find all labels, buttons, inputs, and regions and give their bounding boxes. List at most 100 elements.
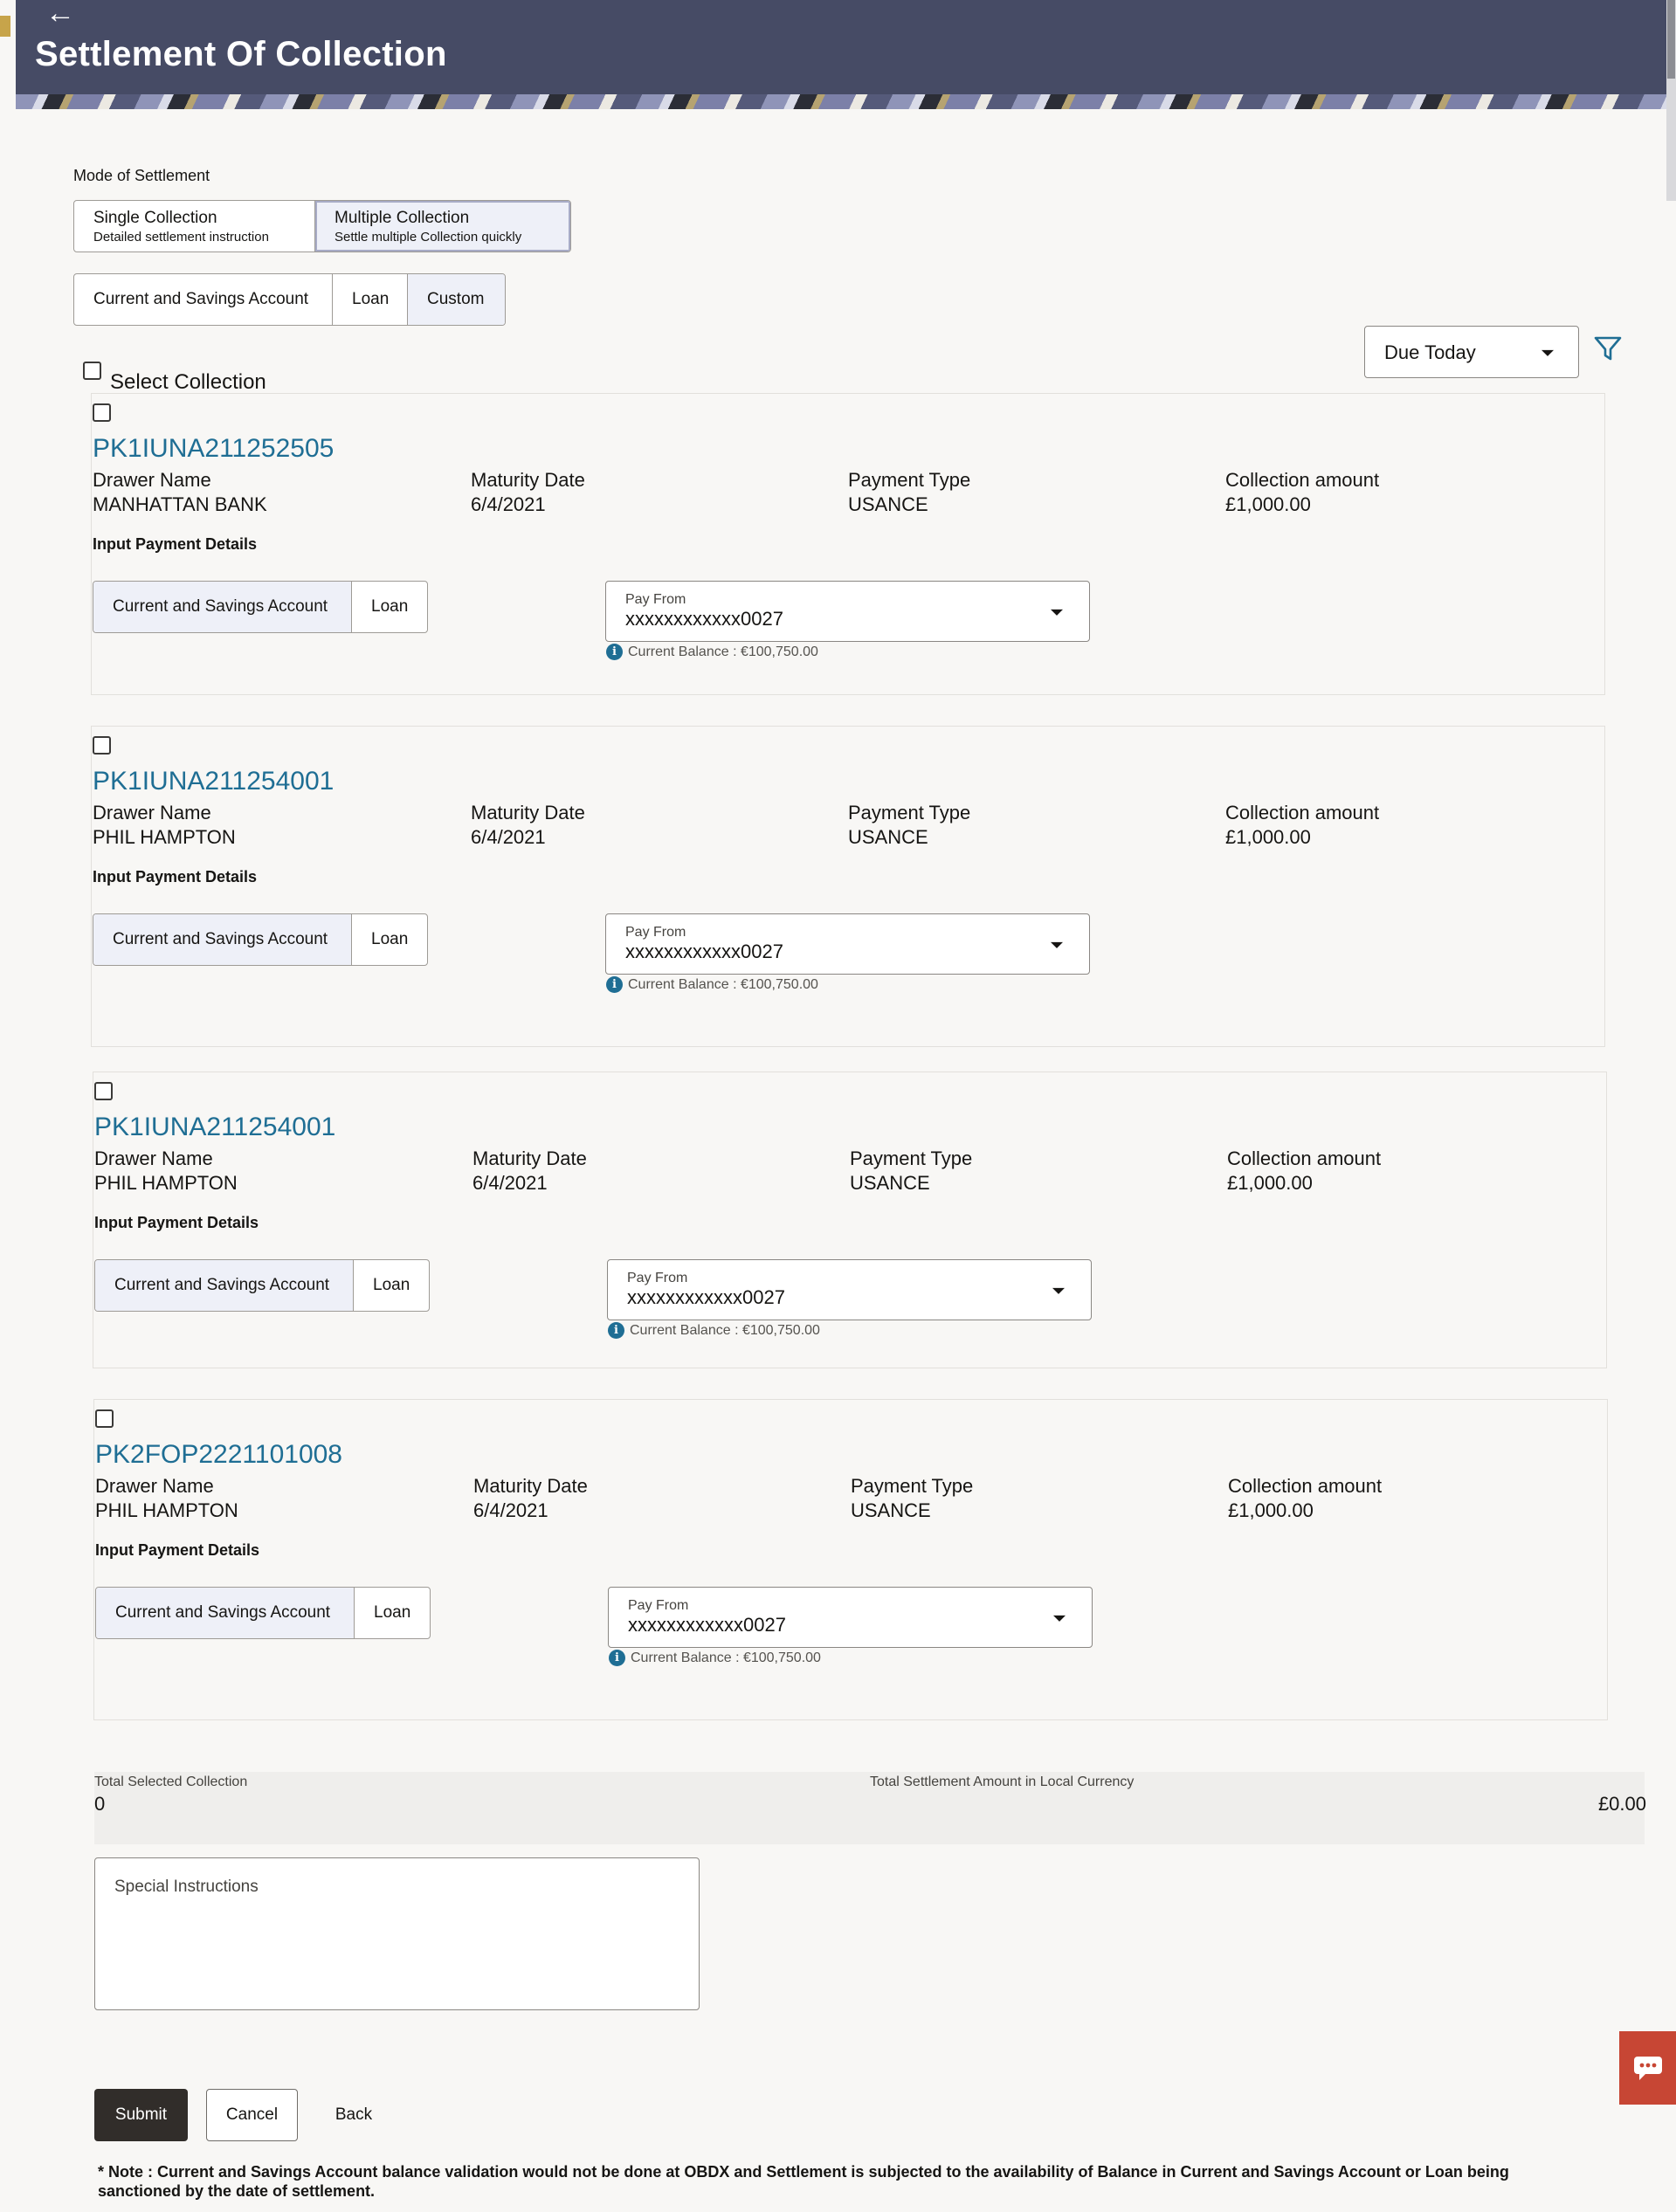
collection-reference-link[interactable]: PK2FOP2221101008 xyxy=(95,1440,342,1470)
account-type-casa[interactable]: Current and Savings Account xyxy=(74,274,333,325)
settlement-note: * Note : Current and Savings Account bal… xyxy=(98,2163,1509,2200)
collection-amount-label: Collection amount xyxy=(1225,469,1380,491)
payment-account-type-toggle: Current and Savings Account Loan xyxy=(93,913,428,966)
chevron-down-icon xyxy=(1053,1615,1066,1622)
collection-checkbox[interactable] xyxy=(95,1409,114,1428)
drawer-name-label: Drawer Name xyxy=(93,802,211,823)
pay-type-casa[interactable]: Current and Savings Account xyxy=(96,1588,355,1638)
arrow-left-icon[interactable]: ← xyxy=(45,0,75,28)
filter-icon[interactable] xyxy=(1593,334,1623,363)
mode-of-settlement-toggle: Single Collection Detailed settlement in… xyxy=(73,200,571,252)
collection-reference-link[interactable]: PK1IUNA211254001 xyxy=(94,1113,335,1142)
pay-type-loan[interactable]: Loan xyxy=(355,1588,430,1638)
collection-amount-value: £1,000.00 xyxy=(1225,826,1311,848)
page-title: Settlement Of Collection xyxy=(35,35,447,73)
current-balance-text: Current Balance : €100,750.00 xyxy=(631,1650,821,1665)
collection-amount-label: Collection amount xyxy=(1225,802,1380,823)
pay-from-dropdown[interactable]: Pay From xxxxxxxxxxxx0027 xyxy=(605,581,1090,642)
pay-type-loan[interactable]: Loan xyxy=(354,1260,429,1311)
input-payment-details-label: Input Payment Details xyxy=(93,868,258,885)
payment-type-value: USANCE xyxy=(848,826,928,848)
pay-type-casa[interactable]: Current and Savings Account xyxy=(93,582,352,632)
pay-from-dropdown[interactable]: Pay From xxxxxxxxxxxx0027 xyxy=(605,913,1090,975)
pay-from-label: Pay From xyxy=(628,1598,689,1613)
cancel-button[interactable]: Cancel xyxy=(206,2089,298,2141)
input-payment-details-label: Input Payment Details xyxy=(95,1541,260,1559)
chevron-down-icon xyxy=(1542,349,1554,356)
maturity-date-label: Maturity Date xyxy=(471,802,585,823)
info-icon: i xyxy=(606,644,623,660)
brand-mark xyxy=(0,16,10,37)
payment-account-type-toggle: Current and Savings Account Loan xyxy=(93,581,428,633)
mode-single-collection[interactable]: Single Collection Detailed settlement in… xyxy=(74,201,315,252)
due-filter-value: Due Today xyxy=(1384,341,1476,363)
scrollbar-thumb[interactable] xyxy=(1667,0,1675,79)
select-collection-label: Select Collection xyxy=(110,370,266,394)
pay-type-loan[interactable]: Loan xyxy=(352,582,427,632)
account-type-toggle: Current and Savings Account Loan Custom xyxy=(73,273,506,326)
scrollbar[interactable] xyxy=(1666,0,1676,201)
mode-option-sub: Detailed settlement instruction xyxy=(93,229,269,245)
current-balance-text: Current Balance : €100,750.00 xyxy=(628,644,818,659)
info-icon: i xyxy=(608,1322,624,1339)
account-type-custom[interactable]: Custom xyxy=(408,274,505,325)
current-balance: i Current Balance : €100,750.00 xyxy=(606,976,818,993)
chevron-down-icon xyxy=(1051,941,1063,948)
input-payment-details-label: Input Payment Details xyxy=(94,1214,259,1231)
maturity-date-label: Maturity Date xyxy=(473,1475,588,1497)
mode-option-sub: Settle multiple Collection quickly xyxy=(335,229,522,245)
drawer-name-value: PHIL HAMPTON xyxy=(94,1172,238,1194)
due-filter-dropdown[interactable]: Due Today xyxy=(1364,326,1579,378)
pay-type-casa[interactable]: Current and Savings Account xyxy=(93,914,352,965)
pay-from-dropdown[interactable]: Pay From xxxxxxxxxxxx0027 xyxy=(607,1259,1092,1320)
current-balance-text: Current Balance : €100,750.00 xyxy=(628,976,818,992)
maturity-date-value: 6/4/2021 xyxy=(472,1172,548,1194)
pay-type-casa[interactable]: Current and Savings Account xyxy=(95,1260,354,1311)
maturity-date-value: 6/4/2021 xyxy=(471,493,546,515)
collection-amount-value: £1,000.00 xyxy=(1227,1172,1313,1194)
total-amount-label: Total Settlement Amount in Local Currenc… xyxy=(870,1774,1135,1789)
payment-account-type-toggle: Current and Savings Account Loan xyxy=(95,1587,431,1639)
pay-from-label: Pay From xyxy=(627,1271,688,1285)
pay-type-loan[interactable]: Loan xyxy=(352,914,427,965)
account-type-loan[interactable]: Loan xyxy=(333,274,408,325)
maturity-date-label: Maturity Date xyxy=(471,469,585,491)
mode-option-label: Multiple Collection xyxy=(335,208,470,227)
collection-amount-value: £1,000.00 xyxy=(1225,493,1311,515)
total-selected-value: 0 xyxy=(94,1793,106,1815)
submit-button[interactable]: Submit xyxy=(94,2089,188,2141)
chat-bubble-icon[interactable] xyxy=(1619,2031,1676,2105)
maturity-date-label: Maturity Date xyxy=(472,1147,587,1169)
chevron-down-icon xyxy=(1051,609,1063,616)
drawer-name-value: PHIL HAMPTON xyxy=(95,1499,238,1521)
payment-type-value: USANCE xyxy=(850,1172,930,1194)
payment-type-label: Payment Type xyxy=(851,1475,974,1497)
input-payment-details-label: Input Payment Details xyxy=(93,535,258,553)
special-instructions-textarea[interactable]: Special Instructions xyxy=(94,1857,700,2010)
mode-multiple-collection[interactable]: Multiple Collection Settle multiple Coll… xyxy=(315,201,570,252)
chat-icon-graphic xyxy=(1633,2057,1662,2080)
payment-type-label: Payment Type xyxy=(850,1147,973,1169)
collection-amount-label: Collection amount xyxy=(1228,1475,1383,1497)
collection-checkbox[interactable] xyxy=(94,1082,113,1100)
pay-from-label: Pay From xyxy=(625,925,686,940)
drawer-name-label: Drawer Name xyxy=(93,469,211,491)
info-icon: i xyxy=(606,976,623,993)
collection-reference-link[interactable]: PK1IUNA211254001 xyxy=(93,767,334,796)
back-button[interactable]: Back xyxy=(323,2089,384,2141)
mode-of-settlement-label: Mode of Settlement xyxy=(73,167,210,184)
select-all-checkbox[interactable] xyxy=(83,362,101,380)
collection-reference-link[interactable]: PK1IUNA211252505 xyxy=(93,434,334,464)
pay-from-value: xxxxxxxxxxxx0027 xyxy=(627,1286,785,1308)
payment-type-value: USANCE xyxy=(851,1499,931,1521)
drawer-name-label: Drawer Name xyxy=(94,1147,213,1169)
payment-account-type-toggle: Current and Savings Account Loan xyxy=(94,1259,430,1312)
collection-checkbox[interactable] xyxy=(93,736,111,755)
pay-from-value: xxxxxxxxxxxx0027 xyxy=(628,1614,786,1636)
pay-from-dropdown[interactable]: Pay From xxxxxxxxxxxx0027 xyxy=(608,1587,1093,1648)
info-icon: i xyxy=(609,1650,625,1666)
drawer-name-label: Drawer Name xyxy=(95,1475,214,1497)
collection-checkbox[interactable] xyxy=(93,403,111,422)
payment-type-label: Payment Type xyxy=(848,469,971,491)
current-balance: i Current Balance : €100,750.00 xyxy=(606,644,818,660)
